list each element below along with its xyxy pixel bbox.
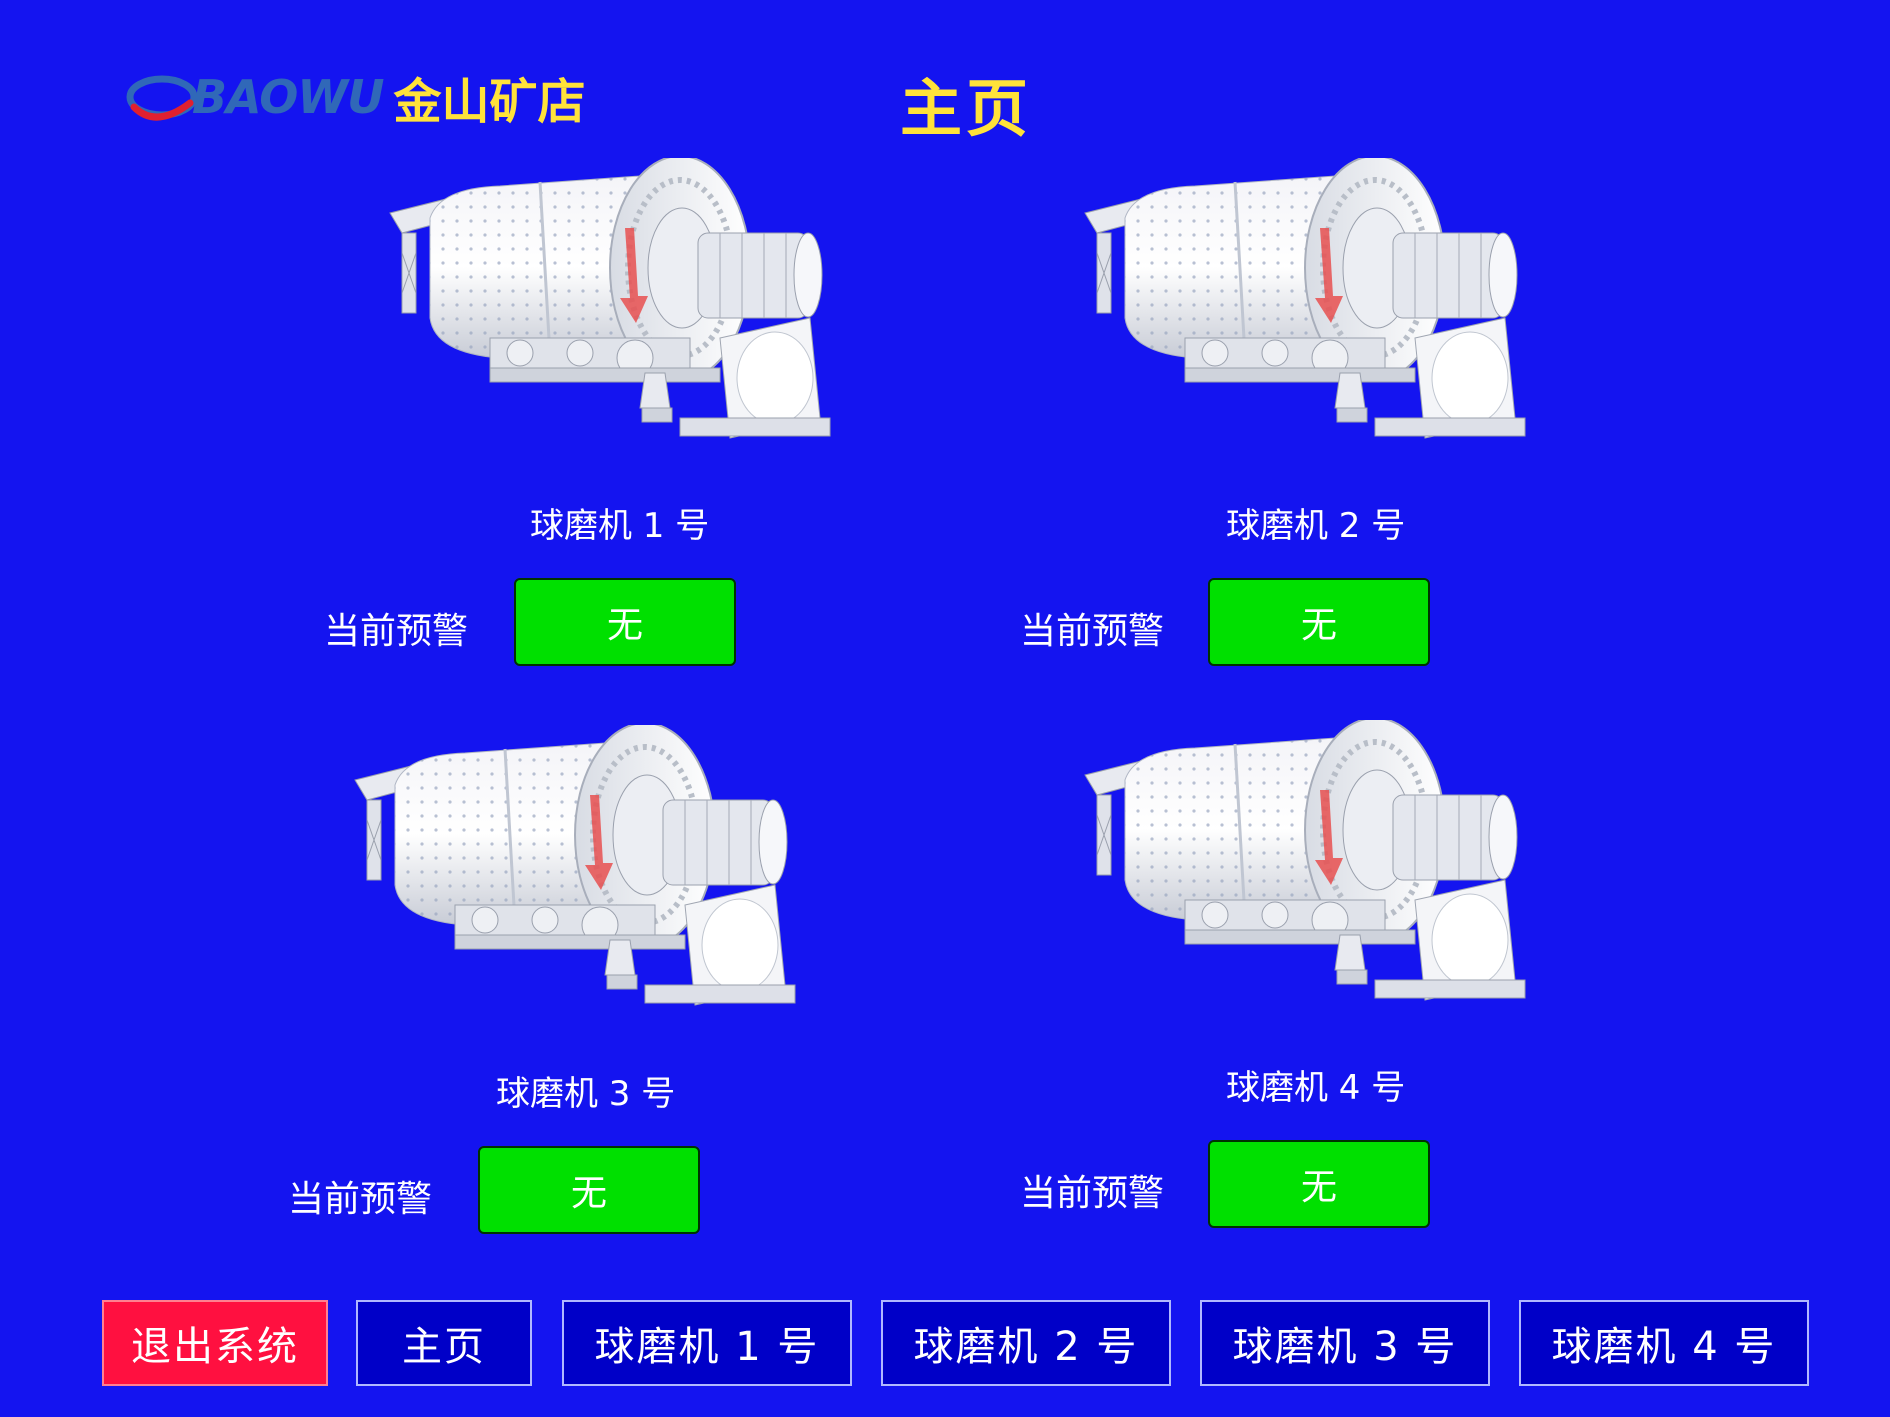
company-logo: BAOWU 金山矿店 xyxy=(126,62,585,132)
warning-label-4: 当前预警 xyxy=(1020,1173,1165,1214)
warning-status-2: 无 xyxy=(1208,578,1430,666)
nav-mill-3-button[interactable]: 球磨机 3 号 xyxy=(1200,1300,1490,1386)
mill-label-1: 球磨机 1 号 xyxy=(530,506,710,546)
baowu-logo-icon xyxy=(126,75,198,121)
logo-company-name: 金山矿店 xyxy=(393,74,586,130)
mill-label-2: 球磨机 2 号 xyxy=(1226,506,1406,546)
nav-mill-4-button[interactable]: 球磨机 4 号 xyxy=(1519,1300,1809,1386)
mill-image-1[interactable] xyxy=(380,158,880,498)
mill-label-3: 球磨机 3 号 xyxy=(496,1074,676,1114)
nav-mill-1-button[interactable]: 球磨机 1 号 xyxy=(562,1300,852,1386)
ball-mill-icon xyxy=(1075,720,1575,1060)
warning-status-4: 无 xyxy=(1208,1140,1430,1228)
nav-mill-2-button[interactable]: 球磨机 2 号 xyxy=(881,1300,1171,1386)
nav-home-button[interactable]: 主页 xyxy=(356,1300,532,1386)
ball-mill-icon xyxy=(1075,158,1575,498)
page-title: 主页 xyxy=(900,72,1033,145)
mill-image-4[interactable] xyxy=(1075,720,1575,1060)
warning-label-1: 当前预警 xyxy=(324,611,469,652)
warning-status-1: 无 xyxy=(514,578,736,666)
mill-image-3[interactable] xyxy=(345,725,845,1065)
mill-label-4: 球磨机 4 号 xyxy=(1226,1068,1406,1108)
logo-text: BAOWU xyxy=(192,70,384,124)
ball-mill-icon xyxy=(345,725,845,1065)
main-screen: BAOWU 金山矿店 主页 球磨机 1 号 当前预警 无 球磨机 2 号 当前预… xyxy=(0,0,1890,1417)
warning-label-2: 当前预警 xyxy=(1020,611,1165,652)
warning-label-3: 当前预警 xyxy=(288,1179,433,1220)
exit-system-button[interactable]: 退出系统 xyxy=(102,1300,328,1386)
warning-status-3: 无 xyxy=(478,1146,700,1234)
ball-mill-icon xyxy=(380,158,880,498)
mill-image-2[interactable] xyxy=(1075,158,1575,498)
